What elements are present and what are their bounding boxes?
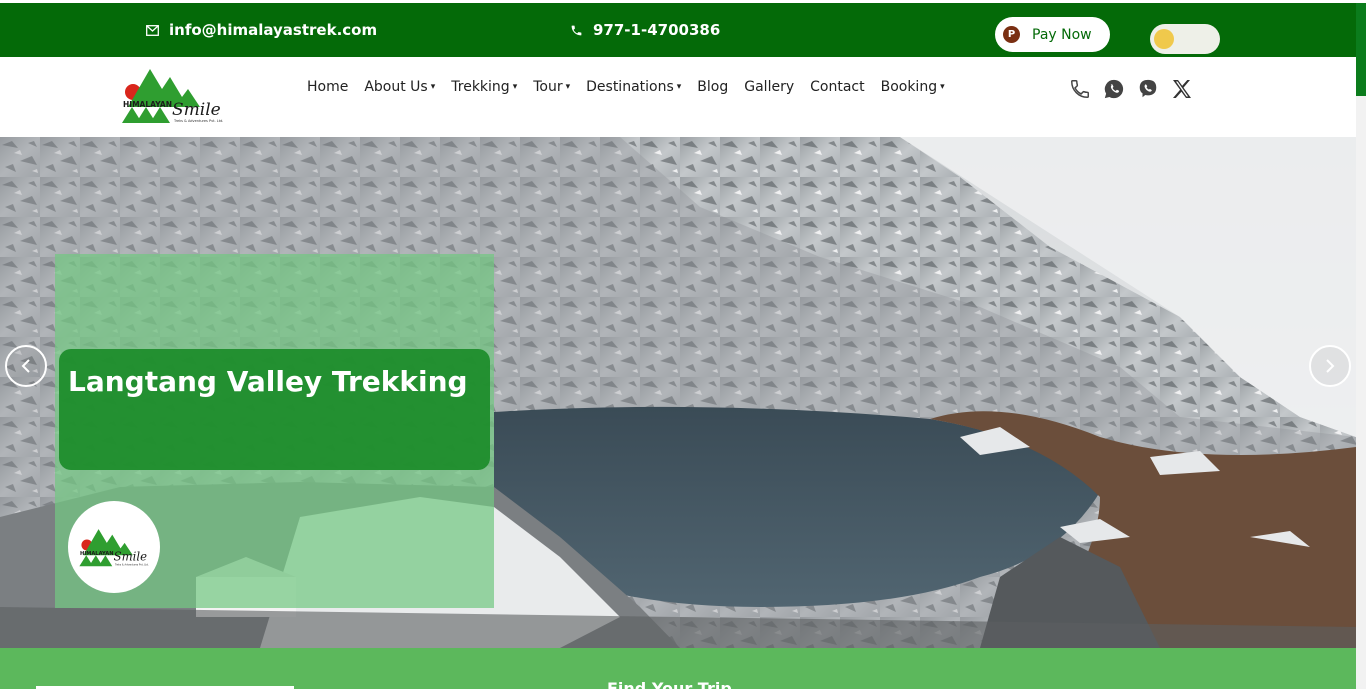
find-trip-section: Find Your Trip bbox=[0, 648, 1356, 689]
find-trip-label: Find Your Trip bbox=[607, 679, 732, 689]
nav-booking[interactable]: Booking ▾ bbox=[881, 79, 945, 95]
hero-title: Langtang Valley Trekking bbox=[68, 365, 468, 398]
pay-now-label: Pay Now bbox=[1032, 26, 1092, 43]
logo-name: HIMALAYAN bbox=[123, 100, 172, 109]
social-links bbox=[1068, 77, 1204, 101]
logo-tagline: Treks & Adventures Pvt. Ltd. bbox=[173, 119, 223, 123]
viber-icon[interactable] bbox=[1136, 77, 1160, 101]
email-link[interactable]: info@himalayastrek.com bbox=[146, 3, 377, 57]
theme-toggle[interactable] bbox=[1150, 24, 1220, 54]
top-contact-bar: info@himalayastrek.com 977-1-4700386 P P… bbox=[0, 3, 1356, 57]
primary-nav: Home About Us ▾ Trekking ▾ Tour ▾ Destinati… bbox=[307, 57, 961, 117]
hero-title-box: Langtang Valley Trekking bbox=[59, 349, 490, 470]
chevron-down-icon: ▾ bbox=[565, 82, 571, 92]
chevron-down-icon: ▾ bbox=[676, 82, 682, 92]
payment-p-icon: P bbox=[1003, 26, 1020, 43]
chevron-down-icon: ▾ bbox=[940, 82, 945, 92]
toggle-knob bbox=[1154, 29, 1174, 49]
nav-gallery-label: Gallery bbox=[744, 79, 795, 95]
chevron-down-icon: ▾ bbox=[512, 82, 518, 92]
chevron-down-icon: ▾ bbox=[430, 82, 436, 92]
phone-link[interactable]: 977-1-4700386 bbox=[570, 3, 720, 57]
nav-gallery[interactable]: Gallery bbox=[744, 79, 794, 95]
nav-trekking-label: Trekking bbox=[451, 79, 510, 95]
nav-tour[interactable]: Tour ▾ bbox=[533, 79, 570, 95]
scrollbar-thumb[interactable] bbox=[1356, 3, 1366, 96]
hero-slider: Langtang Valley Trekking HIMALAYAN Smile… bbox=[0, 137, 1356, 648]
pay-now-button[interactable]: P Pay Now bbox=[995, 17, 1110, 52]
nav-contact-label: Contact bbox=[810, 79, 865, 95]
site-logo[interactable]: HIMALAYAN Smile Treks & Adventures Pvt. … bbox=[120, 63, 225, 127]
badge-logo-script: Smile bbox=[114, 550, 147, 564]
nav-destinations[interactable]: Destinations ▾ bbox=[586, 79, 681, 95]
nav-trekking[interactable]: Trekking ▾ bbox=[451, 79, 517, 95]
slider-next-button[interactable] bbox=[1309, 345, 1351, 387]
chevron-right-icon bbox=[1326, 359, 1335, 373]
nav-home-label: Home bbox=[307, 79, 349, 95]
x-twitter-icon[interactable] bbox=[1170, 77, 1194, 101]
badge-logo-name: HIMALAYAN bbox=[80, 551, 113, 557]
nav-about-label: About Us bbox=[364, 79, 428, 95]
nav-about-us[interactable]: About Us ▾ bbox=[364, 79, 435, 95]
phone-text[interactable]: 977-1-4700386 bbox=[593, 21, 720, 39]
nav-contact[interactable]: Contact bbox=[810, 79, 864, 95]
nav-home[interactable]: Home bbox=[307, 79, 348, 95]
chevron-left-icon bbox=[21, 359, 30, 373]
nav-blog-label: Blog bbox=[697, 79, 729, 95]
whatsapp-icon[interactable] bbox=[1102, 77, 1126, 101]
logo-script: Smile bbox=[172, 100, 221, 120]
main-navbar: HIMALAYAN Smile Treks & Adventures Pvt. … bbox=[0, 57, 1356, 137]
hero-logo-badge: HIMALAYAN Smile Treks & Adventures Pvt. … bbox=[68, 501, 160, 593]
scrollbar-track[interactable] bbox=[1356, 96, 1366, 689]
phone-icon[interactable] bbox=[1068, 77, 1092, 101]
mail-icon bbox=[146, 24, 159, 36]
nav-booking-label: Booking bbox=[880, 79, 938, 95]
email-text[interactable]: info@himalayastrek.com bbox=[169, 21, 377, 39]
nav-tour-label: Tour bbox=[533, 79, 563, 95]
nav-destinations-label: Destinations bbox=[586, 79, 674, 95]
nav-blog[interactable]: Blog bbox=[697, 79, 728, 95]
phone-icon bbox=[571, 25, 582, 35]
slider-prev-button[interactable] bbox=[5, 345, 47, 387]
badge-logo-tagline: Treks & Adventures Pvt. Ltd. bbox=[115, 564, 149, 567]
